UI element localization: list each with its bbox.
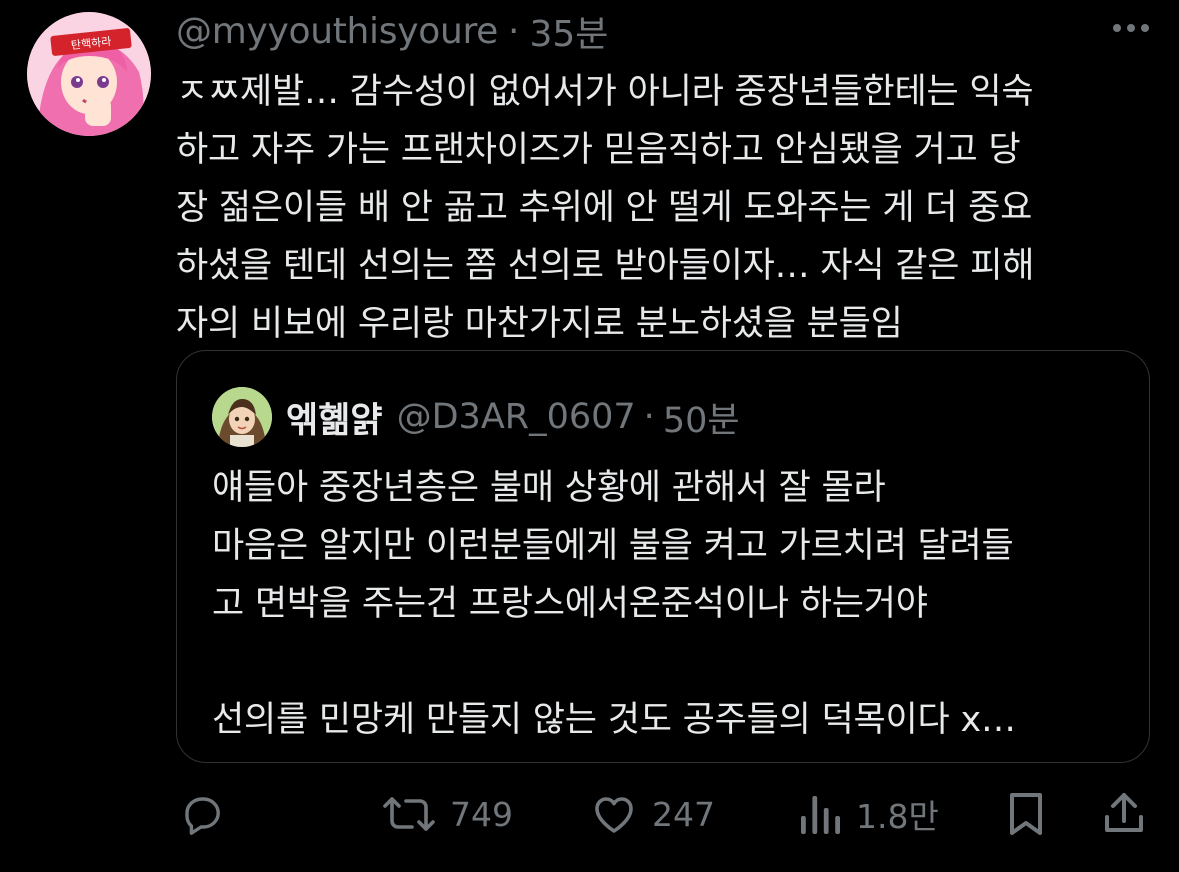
share-icon bbox=[1100, 789, 1148, 839]
tweet-timestamp[interactable]: 35분 bbox=[529, 5, 608, 57]
more-dot bbox=[1113, 24, 1121, 32]
views-button[interactable]: 1.8만 bbox=[798, 784, 939, 844]
quoted-author-avatar[interactable] bbox=[212, 387, 272, 447]
bookmark-button[interactable] bbox=[1002, 784, 1050, 844]
bookmark-icon bbox=[1002, 789, 1050, 839]
quoted-tweet-timestamp[interactable]: 50분 bbox=[663, 392, 740, 443]
views-icon bbox=[798, 790, 842, 838]
quoted-header-separator: · bbox=[643, 397, 655, 437]
author-avatar[interactable]: 탄핵하라 bbox=[27, 12, 151, 136]
tweet-text: ㅈㅉ제발… 감수성이 없어서가 아니라 중장년들한테는 익숙 하고 자주 가는 … bbox=[176, 72, 1035, 344]
quoted-author-name[interactable]: 엒혦얅 bbox=[286, 392, 383, 443]
like-button[interactable]: 247 bbox=[590, 784, 715, 844]
heart-icon bbox=[590, 790, 638, 838]
retweet-button[interactable]: 749 bbox=[382, 784, 513, 844]
reply-button[interactable] bbox=[178, 784, 240, 844]
retweet-count: 749 bbox=[450, 794, 513, 834]
views-count: 1.8만 bbox=[856, 797, 939, 836]
quoted-tweet-card[interactable]: 엒혦얅 @D3AR_0607 · 50분 얘들아 중장년층은 불매 상황에 관해… bbox=[176, 350, 1150, 763]
more-options-icon[interactable] bbox=[1113, 24, 1149, 32]
reply-icon bbox=[178, 790, 226, 838]
quoted-tweet-header: 엒혦얅 @D3AR_0607 · 50분 bbox=[212, 387, 740, 447]
author-handle[interactable]: @myyouthisyoure bbox=[176, 11, 498, 52]
tweet-header: @myyouthisyoure · 35분 bbox=[176, 5, 608, 57]
retweet-icon bbox=[382, 790, 436, 838]
quoted-author-handle[interactable]: @D3AR_0607 bbox=[397, 397, 636, 437]
like-count: 247 bbox=[652, 794, 715, 834]
more-dot bbox=[1141, 24, 1149, 32]
more-dot bbox=[1127, 24, 1135, 32]
share-button[interactable] bbox=[1100, 784, 1148, 844]
header-separator: · bbox=[508, 10, 520, 52]
quoted-tweet-text: 얘들아 중장년층은 불매 상황에 관해서 잘 몰라 마음은 알지만 이런분들에게… bbox=[212, 468, 1016, 740]
tweet-action-bar: 749 247 1.8만 bbox=[176, 784, 1151, 844]
